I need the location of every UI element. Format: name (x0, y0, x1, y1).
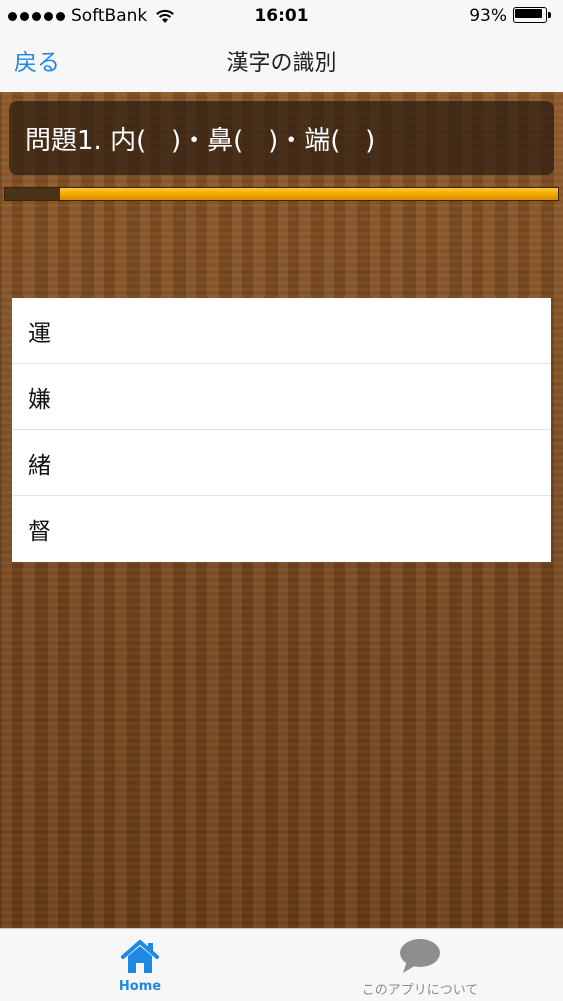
battery-icon (513, 7, 553, 25)
navigation-bar: 戻る 漢字の識別 (0, 34, 563, 92)
tab-home-label: Home (118, 979, 162, 994)
status-right: 93% (469, 6, 553, 26)
page-title: 漢字の識別 (226, 51, 337, 76)
battery-fill (515, 9, 542, 18)
question-text: 問題1. 内( )・鼻( )・端( ) (25, 125, 376, 156)
answer-option[interactable]: 緒 (12, 430, 551, 496)
answer-option[interactable]: 督 (12, 496, 551, 562)
tab-about-label: このアプリについて (361, 983, 479, 998)
battery-percent: 93% (469, 6, 507, 26)
progress-bar (4, 187, 559, 201)
tab-about[interactable]: このアプリについて (330, 929, 510, 1001)
speech-bubble-icon (398, 937, 442, 977)
question-box: 問題1. 内( )・鼻( )・端( ) (9, 101, 554, 175)
battery-tip (548, 12, 551, 18)
answer-option[interactable]: 嫌 (12, 364, 551, 430)
tab-bar: Home このアプリについて (0, 928, 563, 1000)
status-bar: SoftBank 16:01 93% (0, 0, 563, 34)
progress-done-segment (5, 188, 60, 200)
home-icon (120, 937, 160, 977)
answer-option[interactable]: 運 (12, 298, 551, 364)
answer-list: 運 嫌 緒 督 (12, 298, 551, 562)
progress-remaining-segment (60, 188, 558, 200)
wood-background: 問題1. 内( )・鼻( )・端( ) 運 嫌 緒 督 (0, 92, 563, 928)
tab-home[interactable]: Home (90, 929, 190, 1001)
